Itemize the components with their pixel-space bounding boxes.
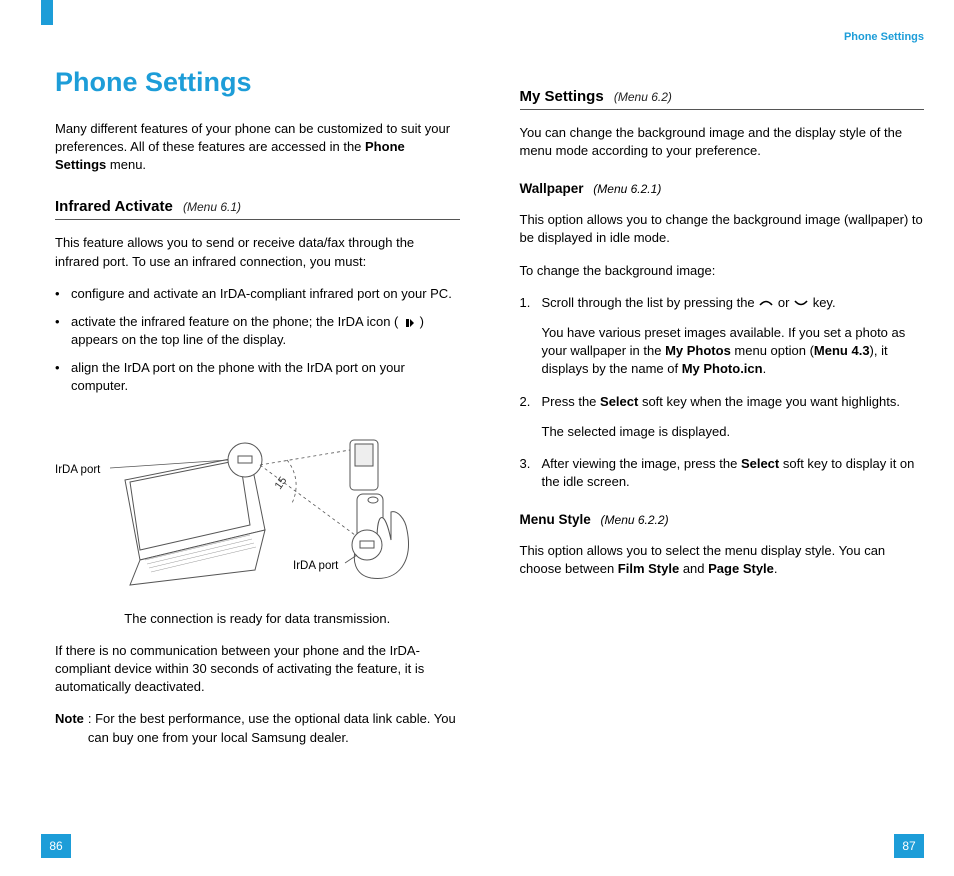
running-head: Phone Settings — [520, 30, 925, 44]
figure-caption: The connection is ready for data transmi… — [55, 610, 460, 628]
bullet-1: configure and activate an IrDA-compliant… — [55, 285, 460, 303]
section-infrared-title: Infrared Activate — [55, 198, 173, 215]
irda-icon — [402, 316, 416, 328]
bullet-2: activate the infrared feature on the pho… — [55, 313, 460, 349]
page-number-right: 87 — [894, 834, 924, 858]
step-1: Scroll through the list by pressing the … — [520, 294, 925, 379]
section-mysettings-title: My Settings — [520, 88, 604, 105]
step-2: Press the Select soft key when the image… — [520, 393, 925, 441]
note: Note : For the best performance, use the… — [55, 710, 460, 746]
up-key-icon — [758, 297, 774, 309]
section-mysettings-heading: My Settings (Menu 6.2) — [520, 86, 925, 110]
wallpaper-menuref: (Menu 6.2.1) — [593, 182, 661, 196]
left-column: Phone Settings Many different features o… — [55, 30, 460, 747]
mysettings-p1: You can change the background image and … — [520, 124, 925, 160]
step-3: After viewing the image, press the Selec… — [520, 455, 925, 491]
infrared-bullets: configure and activate an IrDA-compliant… — [55, 285, 460, 396]
step1-para: You have various preset images available… — [542, 324, 925, 379]
bullet-2-pre: activate the infrared feature on the pho… — [71, 314, 402, 329]
note-text: : For the best performance, use the opti… — [88, 710, 460, 746]
menustyle-menuref: (Menu 6.2.2) — [601, 513, 669, 527]
step1-pre: Scroll through the list by pressing the — [542, 295, 759, 310]
wallpaper-p1: This option allows you to change the bac… — [520, 211, 925, 247]
angle-label: 15 — [273, 474, 290, 491]
step1-mid: or — [774, 295, 793, 310]
infrared-p1: This feature allows you to send or recei… — [55, 234, 460, 270]
menustyle-p: This option allows you to select the men… — [520, 542, 925, 578]
intro-paragraph: Many different features of your phone ca… — [55, 120, 460, 175]
irda-diagram: 15 — [55, 410, 455, 590]
page-number-left: 86 — [41, 834, 71, 858]
infrared-p2: If there is no communication between you… — [55, 642, 460, 697]
wallpaper-steps: Scroll through the list by pressing the … — [520, 294, 925, 492]
side-tab — [41, 0, 53, 25]
right-column: Phone Settings My Settings (Menu 6.2) Yo… — [520, 30, 925, 747]
intro-post: menu. — [106, 157, 146, 172]
section-infrared-heading: Infrared Activate (Menu 6.1) — [55, 196, 460, 220]
irda-label-left: IrDA port — [55, 462, 100, 478]
wallpaper-title: Wallpaper — [520, 181, 584, 196]
bullet-3: align the IrDA port on the phone with th… — [55, 359, 460, 395]
menustyle-heading: Menu Style (Menu 6.2.2) — [520, 511, 925, 530]
section-infrared-menuref: (Menu 6.1) — [183, 200, 241, 214]
note-label: Note — [55, 710, 84, 746]
wallpaper-heading: Wallpaper (Menu 6.2.1) — [520, 180, 925, 199]
step2-para: The selected image is displayed. — [542, 423, 925, 441]
page-title: Phone Settings — [15, 64, 460, 102]
irda-label-right: IrDA port — [293, 558, 338, 574]
down-key-icon — [793, 297, 809, 309]
irda-figure: IrDA port IrDA port — [55, 410, 460, 600]
section-mysettings-menuref: (Menu 6.2) — [614, 90, 672, 104]
step1-post: key. — [809, 295, 836, 310]
menustyle-title: Menu Style — [520, 512, 591, 527]
wallpaper-p2: To change the background image: — [520, 262, 925, 280]
